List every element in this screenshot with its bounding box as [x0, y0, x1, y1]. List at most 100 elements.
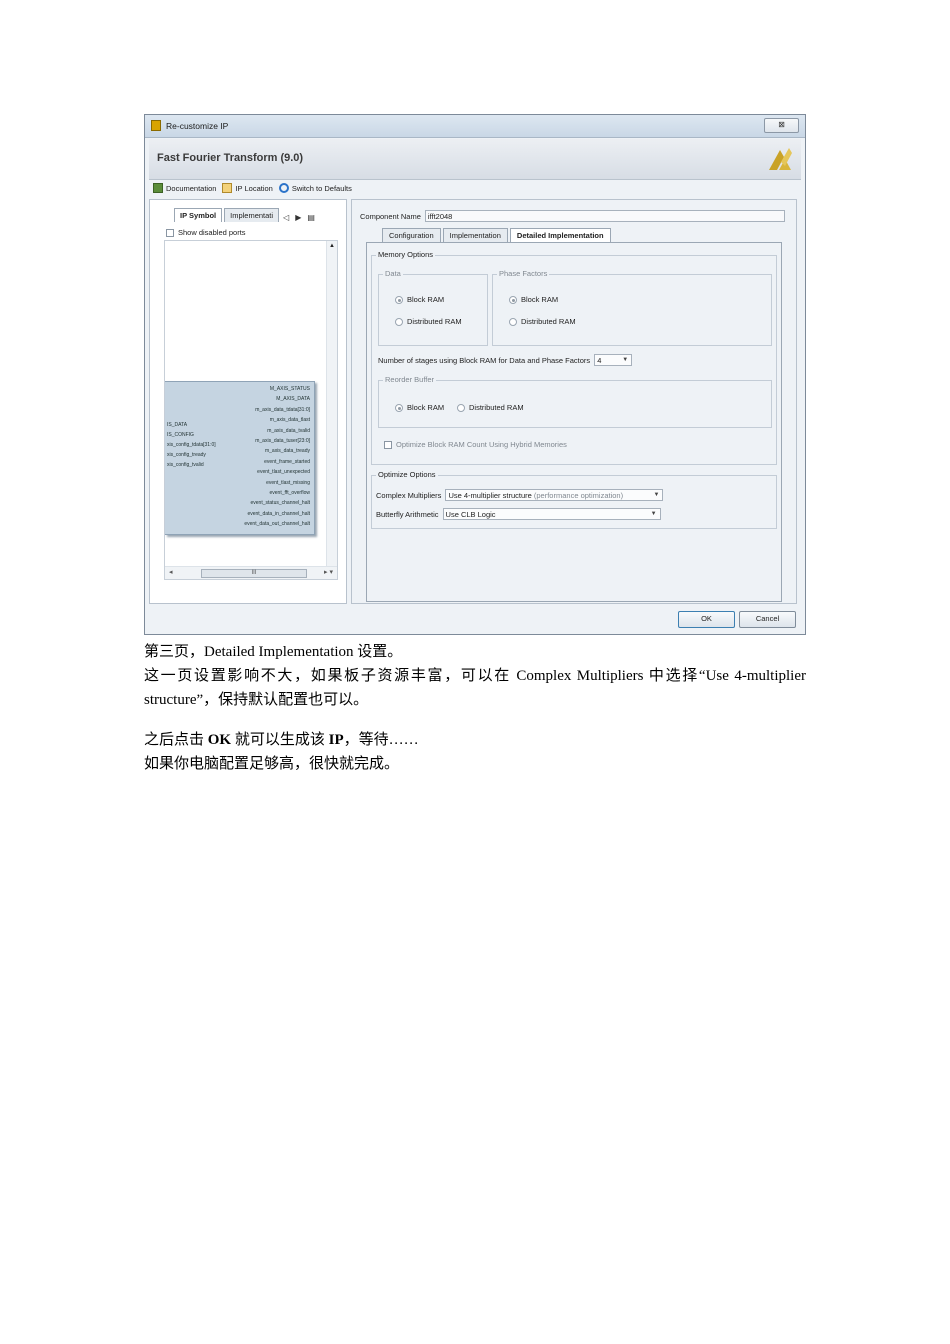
scroll-left-icon[interactable]: ◂: [169, 568, 173, 576]
data-group: Data Block RAM Distributed RAM: [378, 269, 488, 346]
butterfly-select[interactable]: Use CLB Logic ▼: [442, 508, 661, 520]
p3-ip: IP: [328, 732, 344, 748]
complex-multipliers-label: Complex Multipliers: [376, 490, 442, 500]
component-name-label: Component Name: [360, 211, 421, 221]
tab-list-icon[interactable]: ▤: [305, 213, 317, 222]
scroll-up-icon[interactable]: ▲: [329, 243, 335, 249]
ip-port-left: xis_config_tready: [167, 452, 206, 458]
complex-multipliers-hint: (performance optimization): [533, 491, 624, 500]
phase-factors-group: Phase Factors Block RAM Distributed RAM: [492, 269, 772, 346]
tab-implementation-left[interactable]: Implementati: [224, 208, 280, 222]
p3-ok: OK: [207, 732, 232, 748]
ip-port-right: event_fft_overflow: [269, 490, 311, 496]
ip-location-button[interactable]: IP Location: [222, 183, 273, 193]
component-name-input[interactable]: ifft2048: [424, 210, 785, 222]
data-group-title: Data: [383, 269, 403, 278]
documentation-button[interactable]: Documentation: [153, 183, 216, 193]
ok-button[interactable]: OK: [678, 611, 735, 628]
ip-port-right: m_axis_data_tdata[31:0]: [255, 406, 310, 413]
rb-block-ram-radio[interactable]: [395, 403, 403, 412]
pf-block-ram-radio[interactable]: [509, 295, 517, 304]
paragraph-2: 这一页设置影响不大，如果板子资源丰富，可以在 Complex Multiplie…: [144, 668, 806, 708]
butterfly-row: Butterfly Arithmetic Use CLB Logic ▼: [376, 508, 661, 520]
refresh-icon: [278, 183, 289, 193]
tab-next-icon[interactable]: ▶: [293, 213, 303, 222]
optimize-options-title: Optimize Options: [376, 470, 438, 479]
tab-detailed-implementation[interactable]: Detailed Implementation: [509, 228, 611, 242]
ip-port-left: IS_CONFIG: [167, 432, 194, 438]
app-icon: [151, 120, 161, 131]
documentation-icon: [153, 183, 163, 193]
optimize-options-group: Optimize Options Complex Multipliers Use…: [371, 470, 777, 529]
rb-distributed-ram-label: Distributed RAM: [469, 403, 524, 412]
tab-configuration[interactable]: Configuration: [382, 228, 441, 242]
ip-port-right: m_axis_data_tuser[23:0]: [255, 438, 310, 444]
ip-port-right: event_frame_started: [264, 458, 310, 465]
chevron-down-icon: ▼: [653, 492, 660, 498]
ip-location-label: IP Location: [235, 183, 273, 193]
p3-pre: 之后点击: [144, 732, 208, 748]
tab-ip-symbol[interactable]: IP Symbol: [174, 208, 223, 222]
chevron-down-icon: ▼: [650, 511, 657, 517]
chevron-down-icon: ▼: [622, 357, 629, 363]
tab-implementation[interactable]: Implementation: [442, 228, 508, 242]
stages-select[interactable]: 4 ▼: [594, 354, 633, 366]
document-text: 第三页，Detailed Implementation 设置。 这一页设置影响不…: [144, 640, 806, 776]
stages-row: Number of stages using Block RAM for Dat…: [378, 354, 633, 366]
show-disabled-ports-checkbox[interactable]: [166, 228, 174, 237]
ip-port-right: event_tlast_unexpected: [257, 469, 310, 476]
memory-options-group: Memory Options Data Block RAM Distribute…: [371, 250, 777, 465]
screenshot-dialog: Re-customize IP ⊠ Fast Fourier Transform…: [144, 114, 806, 635]
cancel-button[interactable]: Cancel: [739, 611, 796, 628]
complex-multipliers-value: Use 4-multiplier structure: [448, 491, 532, 500]
vertical-scrollbar[interactable]: ▲: [326, 241, 337, 579]
stages-value: 4: [597, 356, 602, 365]
tab-prev-icon[interactable]: ◁: [281, 213, 291, 222]
ip-port-left: xis_config_tvalid: [167, 462, 204, 468]
switch-defaults-label: Switch to Defaults: [291, 183, 352, 193]
pf-block-ram-label: Block RAM: [521, 295, 559, 304]
pf-block-ram-option[interactable]: Block RAM: [509, 295, 558, 304]
rb-distributed-ram-radio[interactable]: [457, 403, 465, 412]
ip-symbol-canvas[interactable]: M_AXIS_STATUS M_AXIS_DATA m_axis_data_tdat…: [164, 240, 338, 580]
close-button[interactable]: ⊠: [764, 118, 799, 133]
horizontal-scrollbar[interactable]: ◂ III ▸ ▾: [165, 566, 337, 579]
memory-options-title: Memory Options: [376, 250, 436, 259]
ip-port-right: event_data_in_channel_halt: [247, 510, 310, 517]
hybrid-memories-checkbox[interactable]: [384, 440, 392, 449]
complex-multipliers-select[interactable]: Use 4-multiplier structure (performance …: [445, 489, 664, 501]
folder-icon: [222, 183, 233, 193]
p3-post: ，等待……: [343, 732, 419, 748]
pf-distributed-ram-radio[interactable]: [509, 317, 517, 326]
reorder-buffer-group: Reorder Buffer Block RAM Distributed RAM: [378, 375, 772, 428]
header-title: Fast Fourier Transform (9.0): [157, 152, 304, 164]
data-block-ram-option[interactable]: Block RAM: [395, 295, 444, 304]
show-disabled-ports-row[interactable]: Show disabled ports: [166, 228, 246, 237]
config-tabs: Configuration Implementation Detailed Im…: [382, 228, 611, 242]
ip-port-right: m_axis_data_tready: [264, 448, 310, 455]
dialog-header: Fast Fourier Transform (9.0): [149, 139, 801, 180]
right-panel: Component Name ifft2048 Configuration Im…: [351, 199, 797, 604]
documentation-label: Documentation: [166, 183, 217, 193]
ip-port-right: M_AXIS_DATA: [276, 396, 310, 403]
paragraph-3: 之后点击 OK 就可以生成该 IP，等待……: [144, 728, 806, 752]
scroll-right-icon[interactable]: ▸ ▾: [324, 568, 333, 576]
hybrid-memories-option[interactable]: Optimize Block RAM Count Using Hybrid Me…: [384, 440, 567, 449]
data-distributed-ram-label: Distributed RAM: [407, 317, 462, 326]
scroll-thumb[interactable]: III: [201, 569, 307, 578]
detailed-implementation-pane: Memory Options Data Block RAM Distribute…: [366, 242, 782, 602]
ip-port-right: m_axis_data_tlast: [269, 417, 310, 424]
pf-distributed-ram-option[interactable]: Distributed RAM: [509, 317, 576, 326]
reorder-buffer-title: Reorder Buffer: [383, 375, 437, 384]
data-distributed-ram-option[interactable]: Distributed RAM: [395, 317, 462, 326]
rb-block-ram-option[interactable]: Block RAM: [395, 403, 444, 412]
data-block-ram-radio[interactable]: [395, 295, 403, 304]
component-name-row: Component Name ifft2048: [360, 210, 785, 222]
complex-multipliers-row: Complex Multipliers Use 4-multiplier str…: [376, 489, 664, 501]
pf-distributed-ram-label: Distributed RAM: [521, 317, 576, 326]
rb-distributed-ram-option[interactable]: Distributed RAM: [457, 403, 524, 412]
switch-defaults-button[interactable]: Switch to Defaults: [278, 183, 352, 193]
data-distributed-ram-radio[interactable]: [395, 317, 403, 326]
stages-label: Number of stages using Block RAM for Dat…: [378, 355, 591, 365]
window-title: Re-customize IP: [166, 121, 229, 131]
